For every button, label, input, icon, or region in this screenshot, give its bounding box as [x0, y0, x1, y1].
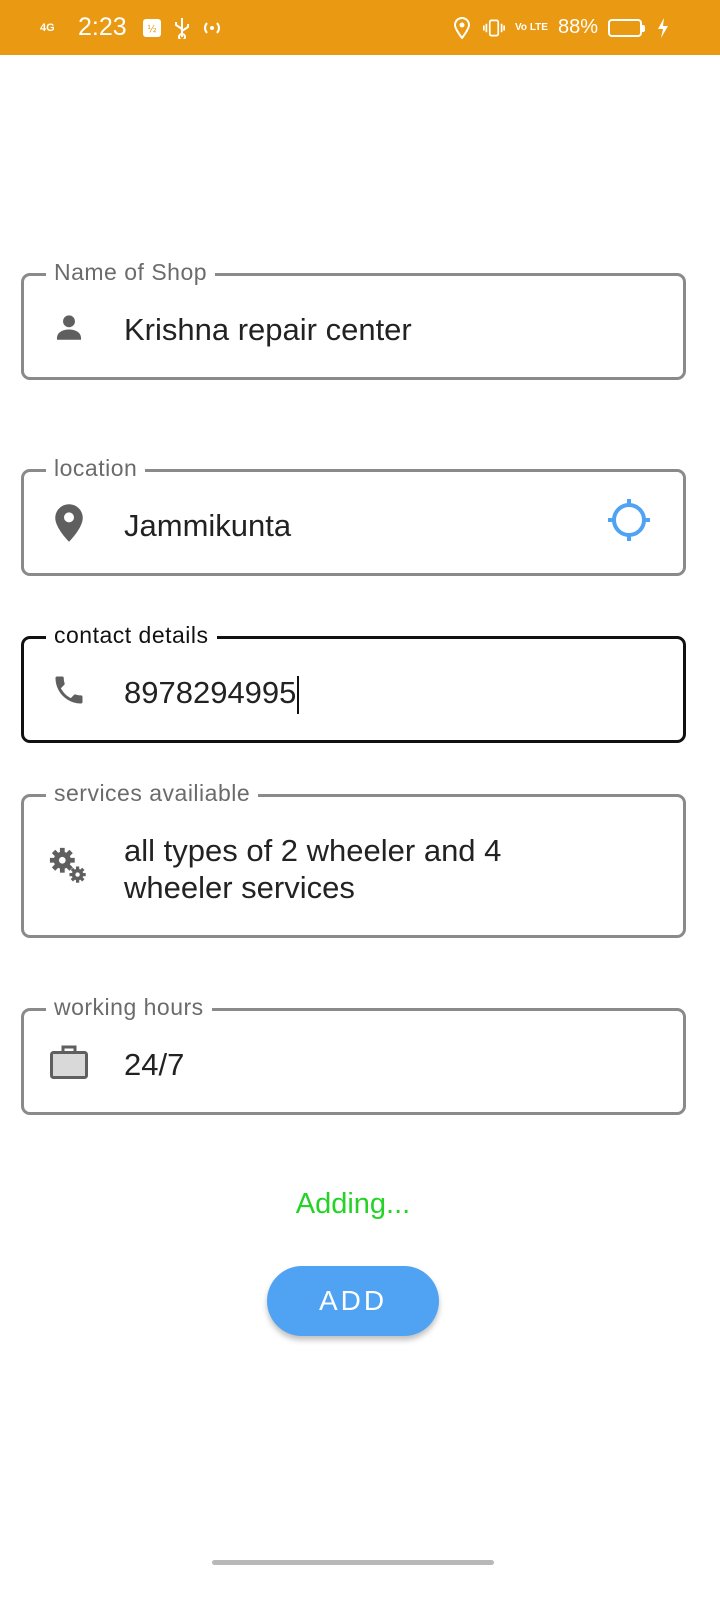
battery-icon [608, 18, 645, 37]
contact-details-field[interactable]: contact details 8978294995 [21, 621, 686, 743]
person-icon [48, 306, 90, 348]
shop-name-label: Name of Shop [46, 258, 216, 286]
vibrate-icon [483, 17, 505, 39]
home-indicator[interactable] [212, 1560, 494, 1565]
charging-icon [652, 17, 674, 39]
status-message: Adding... [295, 1188, 411, 1220]
briefcase-icon [48, 1041, 90, 1083]
working-hours-label: working hours [46, 993, 212, 1021]
shop-name-field[interactable]: Name of Shop Krishna repair center [21, 258, 686, 380]
working-hours-input[interactable]: 24/7 [124, 1046, 593, 1083]
phone-icon [48, 669, 90, 711]
location-field[interactable]: location Jammikunta [21, 454, 686, 576]
network-indicator: 4G [40, 21, 55, 34]
text-cursor [297, 675, 300, 714]
services-field[interactable]: services availiable all types of 2 wheel… [21, 779, 686, 938]
shop-name-input[interactable]: Krishna repair center [124, 311, 593, 348]
volte-indicator: Vo LTE [515, 21, 548, 33]
hotspot-icon [201, 17, 223, 39]
usb-icon [171, 17, 193, 39]
working-hours-field[interactable]: working hours 24/7 [21, 993, 686, 1115]
contact-details-input[interactable]: 8978294995 [124, 674, 593, 714]
gps-locate-icon[interactable] [605, 496, 653, 544]
battery-percent: 88% [557, 16, 598, 38]
location-pin-icon [48, 502, 90, 544]
services-input[interactable]: all types of 2 wheeler and 4 wheeler ser… [124, 832, 593, 906]
location-status-icon [451, 16, 473, 39]
location-input[interactable]: Jammikunta [124, 507, 593, 544]
status-bar: 4G 2:23 ½ Vo LTE 88% [0, 0, 720, 55]
contact-details-value: 8978294995 [124, 675, 297, 710]
app-notification-icon: ½ [141, 17, 163, 39]
contact-details-label: contact details [46, 621, 217, 649]
services-label: services availiable [46, 779, 259, 807]
location-label: location [46, 454, 146, 482]
gears-icon [48, 845, 90, 887]
clock: 2:23 [78, 13, 127, 41]
add-button[interactable]: ADD [267, 1266, 439, 1336]
svg-text:½: ½ [147, 23, 157, 35]
